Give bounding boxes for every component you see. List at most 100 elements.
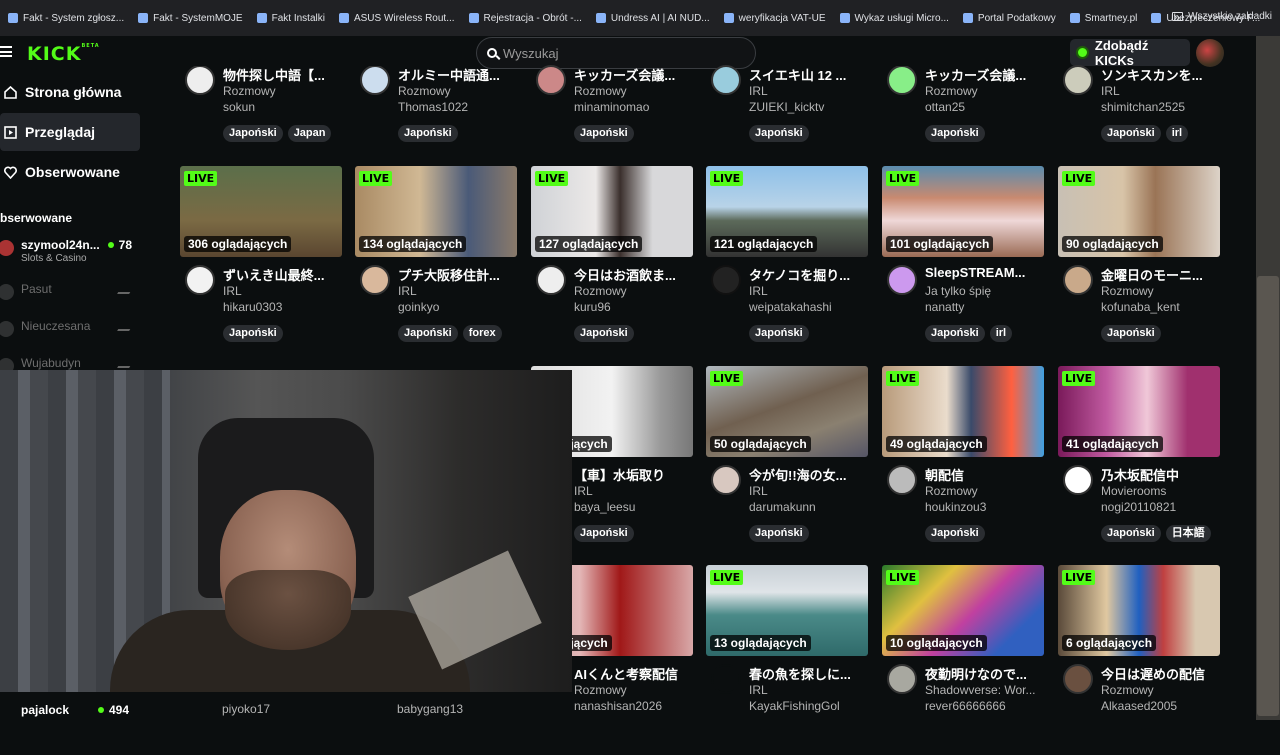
streamer-name[interactable]: goinkyo: [398, 300, 439, 314]
stream-title[interactable]: 乃木坂配信中: [1101, 465, 1218, 484]
stream-category[interactable]: Shadowverse: Wor...: [925, 683, 1036, 697]
streamer-avatar[interactable]: [1063, 65, 1093, 95]
streamer-avatar[interactable]: [360, 265, 390, 295]
tag[interactable]: Japoński: [1101, 325, 1161, 342]
stream-thumbnail[interactable]: LIVE 10 oglądających: [882, 565, 1044, 656]
stream-card[interactable]: キッカーズ会議... Rozmowy ottan25 Japoński: [882, 0, 1044, 156]
stream-title[interactable]: 朝配信: [925, 465, 1042, 484]
stream-category[interactable]: IRL: [398, 284, 417, 298]
streamer-name[interactable]: nogi20110821: [1101, 500, 1176, 514]
stream-title[interactable]: 物件探し中語【...: [223, 65, 340, 84]
stream-category[interactable]: IRL: [223, 284, 242, 298]
streamer-name[interactable]: KayakFishingGol: [749, 699, 840, 713]
streamer-avatar[interactable]: [887, 65, 917, 95]
stream-card[interactable]: LIVE 101 oglądających SleepSTREAM... Ja t…: [882, 166, 1044, 356]
stream-card[interactable]: LIVE 127 oglądających 今日はお酒飲ま... Rozmowy …: [531, 166, 693, 356]
stream-thumbnail[interactable]: LIVE 134 oglądających: [355, 166, 517, 257]
stream-thumbnail[interactable]: LIVE 49 oglądających: [882, 366, 1044, 457]
tag[interactable]: forex: [462, 325, 502, 342]
stream-title[interactable]: SleepSTREAM...: [925, 265, 1042, 280]
following-channel-name[interactable]: pajalock: [21, 703, 69, 717]
stream-card[interactable]: スイエキ山 12 ... IRL ZUIEKI_kicktv Japoński: [706, 0, 868, 156]
stream-card[interactable]: オルミー中語通... Rozmowy Thomas1022 Japoński: [355, 0, 517, 156]
tag[interactable]: Japoński: [574, 525, 634, 542]
kick-logo[interactable]: KICKBETA: [27, 43, 100, 65]
streamer-name[interactable]: weipatakahashi: [749, 300, 832, 314]
stream-category[interactable]: Rozmowy: [398, 84, 451, 98]
streamer-name[interactable]: rever66666666: [925, 699, 1006, 713]
stream-title[interactable]: タケノコを掘り...: [749, 265, 866, 284]
stream-card[interactable]: キッカーズ会議... Rozmowy minaminomao Japoński: [531, 0, 693, 156]
stream-title[interactable]: AIくんと考察配信: [574, 664, 691, 683]
streamer-avatar[interactable]: [711, 265, 741, 295]
stream-category[interactable]: Rozmowy: [1101, 683, 1154, 697]
tag[interactable]: Japoński: [574, 325, 634, 342]
streamer-name[interactable]: Alkaased2005: [1101, 699, 1177, 713]
tag[interactable]: Japoński: [925, 125, 985, 142]
stream-category[interactable]: Rozmowy: [925, 84, 978, 98]
stream-thumbnail[interactable]: LIVE 50 oglądających: [706, 366, 868, 457]
tag[interactable]: Japoński: [398, 325, 458, 342]
stream-category[interactable]: IRL: [749, 484, 768, 498]
streamer-name[interactable]: baya_leesu: [574, 500, 635, 514]
tag[interactable]: Japoński: [1101, 125, 1161, 142]
stream-title[interactable]: プチ大阪移住計...: [398, 265, 515, 284]
stream-card[interactable]: ソンキスカンを... IRL shimitchan2525 Japoński ir…: [1058, 0, 1220, 156]
streamer-avatar[interactable]: [711, 65, 741, 95]
streamer-name[interactable]: kofunaba_kent: [1101, 300, 1180, 314]
streamer-avatar[interactable]: [1063, 465, 1093, 495]
streamer-name[interactable]: minaminomao: [574, 100, 649, 114]
stream-card[interactable]: LIVE 6 oglądających 今日は遅めの配信 Rozmowy Alka…: [1058, 565, 1220, 755]
streamer-name[interactable]: babygang13: [397, 702, 463, 716]
stream-card[interactable]: 物件探し中語【... Rozmowy sokun Japoński Japan: [180, 0, 342, 156]
stream-title[interactable]: 春の魚を探しに...: [749, 664, 866, 683]
stream-card[interactable]: LIVE 50 oglądających 今が旬!!海の女... IRL daru…: [706, 366, 868, 556]
stream-category[interactable]: IRL: [574, 484, 593, 498]
streamer-avatar[interactable]: [536, 65, 566, 95]
streamer-name[interactable]: nanatty: [925, 300, 964, 314]
tag[interactable]: Japoński: [925, 325, 985, 342]
bookmark[interactable]: Fakt - System zgłosz...: [8, 13, 124, 24]
stream-thumbnail[interactable]: LIVE 101 oglądających: [882, 166, 1044, 257]
tag[interactable]: Japoński: [925, 525, 985, 542]
stream-thumbnail[interactable]: LIVE 306 oglądających: [180, 166, 342, 257]
nav-browse[interactable]: Przeglądaj: [0, 113, 140, 151]
streamer-name[interactable]: hikaru0303: [223, 300, 282, 314]
stream-card[interactable]: LIVE 121 oglądających タケノコを掘り... IRL weip…: [706, 166, 868, 356]
stream-category[interactable]: Rozmowy: [574, 84, 627, 98]
stream-card[interactable]: LIVE 134 oglądających プチ大阪移住計... IRL goin…: [355, 166, 517, 356]
stream-title[interactable]: スイエキ山 12 ...: [749, 65, 866, 84]
stream-thumbnail[interactable]: LIVE 127 oglądających: [531, 166, 693, 257]
stream-title[interactable]: 夜勤明けなので...: [925, 664, 1042, 683]
streamer-avatar[interactable]: [185, 65, 215, 95]
tag[interactable]: Japoński: [398, 125, 458, 142]
stream-title[interactable]: キッカーズ会議...: [925, 65, 1042, 84]
streamer-avatar[interactable]: [887, 265, 917, 295]
nav-home[interactable]: Strona główna: [0, 73, 140, 111]
stream-title[interactable]: 【車】水垢取り: [574, 465, 691, 484]
streamer-name[interactable]: ottan25: [925, 100, 965, 114]
tag[interactable]: irl: [989, 325, 1013, 342]
stream-title[interactable]: オルミー中語通...: [398, 65, 515, 84]
stream-title[interactable]: 金曜日のモーニ...: [1101, 265, 1218, 284]
stream-title[interactable]: 今が旬!!海の女...: [749, 465, 866, 484]
stream-title[interactable]: ソンキスカンを...: [1101, 65, 1218, 84]
streamer-name[interactable]: sokun: [223, 100, 255, 114]
stream-category[interactable]: IRL: [749, 284, 768, 298]
nav-following[interactable]: Obserwowane: [0, 153, 140, 191]
tag[interactable]: 日本語: [1165, 525, 1211, 542]
stream-category[interactable]: Movierooms: [1101, 484, 1166, 498]
stream-category[interactable]: Rozmowy: [574, 284, 627, 298]
stream-title[interactable]: キッカーズ会議...: [574, 65, 691, 84]
stream-thumbnail[interactable]: LIVE 6 oglądających: [1058, 565, 1220, 656]
tag[interactable]: Japoński: [749, 525, 809, 542]
streamer-avatar[interactable]: [1063, 265, 1093, 295]
stream-category[interactable]: IRL: [749, 84, 768, 98]
tag[interactable]: Japoński: [223, 325, 283, 342]
stream-card[interactable]: LIVE 49 oglądających 朝配信 Rozmowy houkinzo…: [882, 366, 1044, 556]
scrollbar-thumb[interactable]: [1257, 276, 1279, 716]
streamer-avatar[interactable]: [536, 265, 566, 295]
stream-card[interactable]: LIVE 90 oglądających 金曜日のモーニ... Rozmowy k…: [1058, 166, 1220, 356]
streamer-name[interactable]: Thomas1022: [398, 100, 468, 114]
streamer-name[interactable]: shimitchan2525: [1101, 100, 1185, 114]
